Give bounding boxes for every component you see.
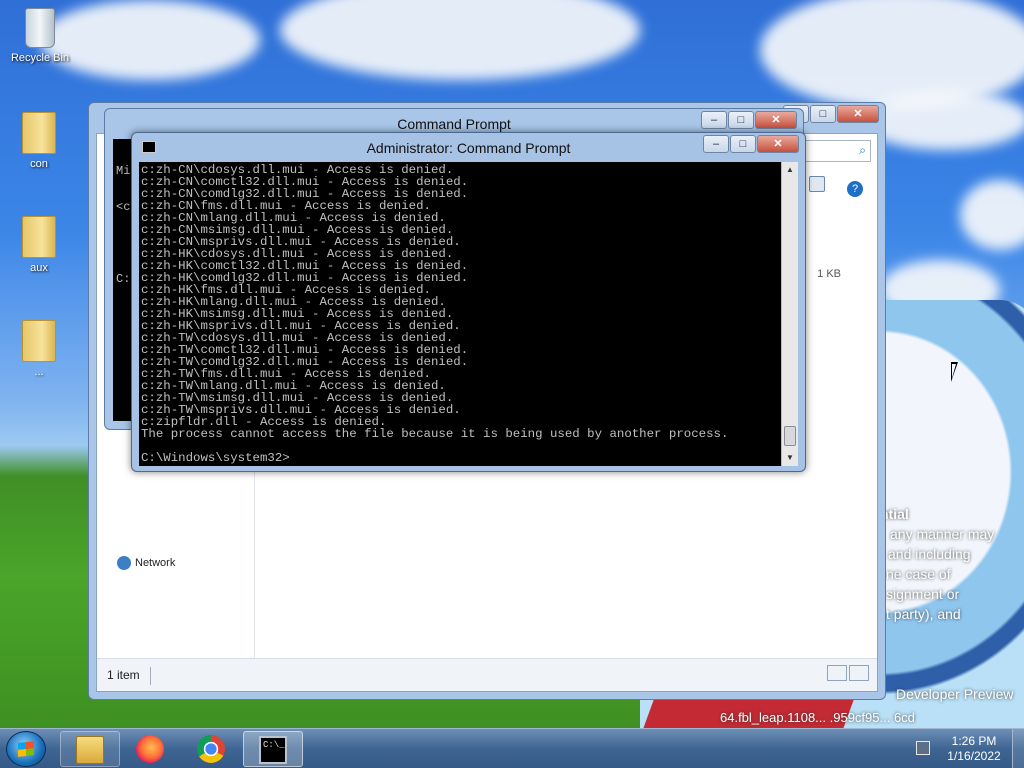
network-icon xyxy=(117,556,131,570)
wallpaper-text: and including xyxy=(888,546,971,562)
clock[interactable]: 1:26 PM 1/16/2022 xyxy=(938,734,1010,764)
help-icon[interactable]: ? xyxy=(847,181,863,197)
maximize-button[interactable]: □ xyxy=(728,111,754,129)
mouse-cursor-icon xyxy=(951,362,958,382)
status-bar: 1 item xyxy=(97,658,877,691)
search-input[interactable]: ⌕ xyxy=(799,140,871,162)
taskbar-app-explorer[interactable] xyxy=(60,731,120,767)
taskbar-app-firefox[interactable] xyxy=(121,731,181,767)
desktop: ntial any manner may and including ne ca… xyxy=(0,0,1024,768)
close-button[interactable]: ✕ xyxy=(837,105,879,123)
maximize-button[interactable]: □ xyxy=(810,105,836,123)
desktop-icon-aux[interactable]: aux xyxy=(3,216,75,274)
vertical-scrollbar[interactable]: ▲ ▼ xyxy=(781,162,798,466)
admin-command-prompt-window[interactable]: Administrator: Command Prompt ‒ □ ✕ c:zh… xyxy=(131,132,806,472)
details-view-icon[interactable] xyxy=(827,665,847,681)
build-watermark: 64.fbl_leap.1108... .959cf95... 6cd xyxy=(720,710,915,725)
caption-buttons: ‒ □ ✕ xyxy=(702,135,799,153)
close-button[interactable]: ✕ xyxy=(757,135,799,153)
folder-icon xyxy=(22,320,56,362)
wallpaper-text: any manner may xyxy=(890,526,995,542)
minimize-button[interactable]: ‒ xyxy=(703,135,729,153)
view-buttons xyxy=(825,665,869,684)
firefox-icon xyxy=(136,735,164,763)
start-button[interactable] xyxy=(6,731,46,767)
build-watermark: Developer Preview xyxy=(896,686,1014,702)
console-output[interactable]: c:zh-CN\cdosys.dll.mui - Access is denie… xyxy=(139,162,781,466)
console-error-line: The process cannot access the file becau… xyxy=(141,427,729,441)
clock-time: 1:26 PM xyxy=(951,734,997,748)
desktop-icon-label: ... xyxy=(34,366,44,378)
cloud xyxy=(960,180,1024,250)
desktop-icon-con[interactable]: con xyxy=(3,112,75,170)
folder-icon xyxy=(76,736,104,764)
cmd-icon: C:\_ xyxy=(259,736,287,764)
clock-date: 1/16/2022 xyxy=(947,749,1001,763)
desktop-icon-ellipsis[interactable]: ... xyxy=(3,320,75,378)
item-count: 1 item xyxy=(107,668,140,683)
cloud xyxy=(280,0,640,80)
desktop-icon-label: con xyxy=(30,158,48,170)
chrome-icon xyxy=(197,735,225,763)
file-size: 1 KB xyxy=(817,268,841,280)
command-prompt[interactable]: C:\Windows\system32> xyxy=(141,452,779,464)
folder-icon xyxy=(22,216,56,258)
scrollbar-thumb[interactable] xyxy=(784,426,796,446)
nav-item-label: Network xyxy=(135,556,176,569)
status-separator xyxy=(149,667,151,685)
wallpaper-text: signment or xyxy=(886,586,960,602)
maximize-button[interactable]: □ xyxy=(730,135,756,153)
recycle-bin-icon xyxy=(25,8,55,48)
folder-icon xyxy=(22,112,56,154)
show-desktop-button[interactable] xyxy=(1012,729,1024,768)
minimize-button[interactable]: ‒ xyxy=(701,111,727,129)
desktop-icon-label: aux xyxy=(30,262,48,274)
windows-logo-icon xyxy=(18,741,34,757)
taskbar-app-command-prompt[interactable]: C:\_ xyxy=(243,731,303,767)
close-button[interactable]: ✕ xyxy=(755,111,797,129)
wallpaper-text: ne case of xyxy=(886,566,951,582)
desktop-icon-recycle-bin[interactable]: Recycle Bin xyxy=(4,8,76,64)
scroll-down-arrow-icon[interactable]: ▼ xyxy=(782,450,798,466)
nav-item-network[interactable]: Network xyxy=(117,556,175,570)
taskbar: C:\_ 1:26 PM 1/16/2022 xyxy=(0,728,1024,768)
taskbar-app-chrome[interactable] xyxy=(182,731,242,767)
scroll-up-arrow-icon[interactable]: ▲ xyxy=(782,162,798,178)
caption-buttons: ‒ □ ✕ xyxy=(700,111,797,129)
wallpaper-text: t party), and xyxy=(886,606,961,622)
desktop-icon-label: Recycle Bin xyxy=(10,52,70,64)
search-icon: ⌕ xyxy=(859,143,866,157)
large-icons-view-icon[interactable] xyxy=(849,665,869,681)
network-tray-icon[interactable] xyxy=(916,741,930,755)
preview-pane-icon[interactable] xyxy=(808,176,825,192)
